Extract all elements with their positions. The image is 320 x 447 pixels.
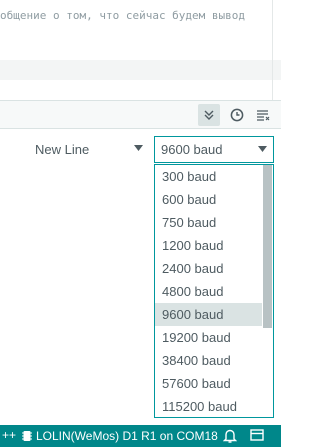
code-editor[interactable]: общение о том, что сейчас будем вывод (0, 0, 281, 100)
baud-option[interactable]: 1200 baud (155, 234, 263, 257)
chevrons-down-icon (204, 110, 214, 120)
line-ending-value: New Line (35, 142, 90, 157)
clear-output-button[interactable] (252, 104, 274, 126)
baud-option[interactable]: 19200 baud (155, 326, 263, 349)
clock-icon (230, 108, 244, 122)
baud-option[interactable]: 4800 baud (155, 280, 263, 303)
caret-down-icon (258, 146, 267, 152)
caret-down-icon (134, 145, 143, 151)
serial-monitor-toolbar (0, 101, 281, 129)
baud-option[interactable]: 2400 baud (155, 257, 263, 280)
baud-rate-value: 9600 baud (161, 142, 223, 157)
toggle-panel-icon[interactable] (250, 428, 264, 442)
toggle-timestamp-button[interactable] (226, 104, 248, 126)
editor-vertical-ruler (272, 0, 273, 100)
baud-rate-dropdown: 300 baud 600 baud 750 baud 1200 baud 240… (154, 164, 274, 418)
baud-option-selected[interactable]: 9600 baud (155, 303, 263, 326)
baud-option[interactable]: 38400 baud (155, 349, 263, 372)
status-bar: ++ LOLIN(WeMos) D1 R1 on COM18 (0, 425, 281, 447)
status-left-text: ++ (2, 428, 17, 442)
line-ending-select[interactable]: New Line (29, 136, 149, 163)
board-chip-icon (22, 430, 32, 442)
baud-option[interactable]: 57600 baud (155, 372, 263, 395)
dropdown-scrollbar[interactable] (262, 165, 273, 417)
board-label: LOLIN(WeMos) D1 R1 on COM18 (36, 429, 218, 443)
bell-icon[interactable] (223, 428, 237, 444)
current-line-highlight (0, 60, 281, 80)
baud-option[interactable]: 115200 baud (155, 395, 263, 417)
baud-option[interactable]: 750 baud (155, 211, 263, 234)
toggle-autoscroll-button[interactable] (198, 104, 220, 126)
board-selector[interactable]: LOLIN(WeMos) D1 R1 on COM18 (22, 425, 218, 447)
scrollbar-thumb[interactable] (263, 165, 272, 328)
clear-output-icon (257, 110, 270, 121)
baud-option[interactable]: 300 baud (155, 165, 263, 188)
baud-option[interactable]: 600 baud (155, 188, 263, 211)
code-line: общение о том, что сейчас будем вывод (0, 9, 246, 22)
baud-rate-select[interactable]: 9600 baud (154, 136, 274, 163)
